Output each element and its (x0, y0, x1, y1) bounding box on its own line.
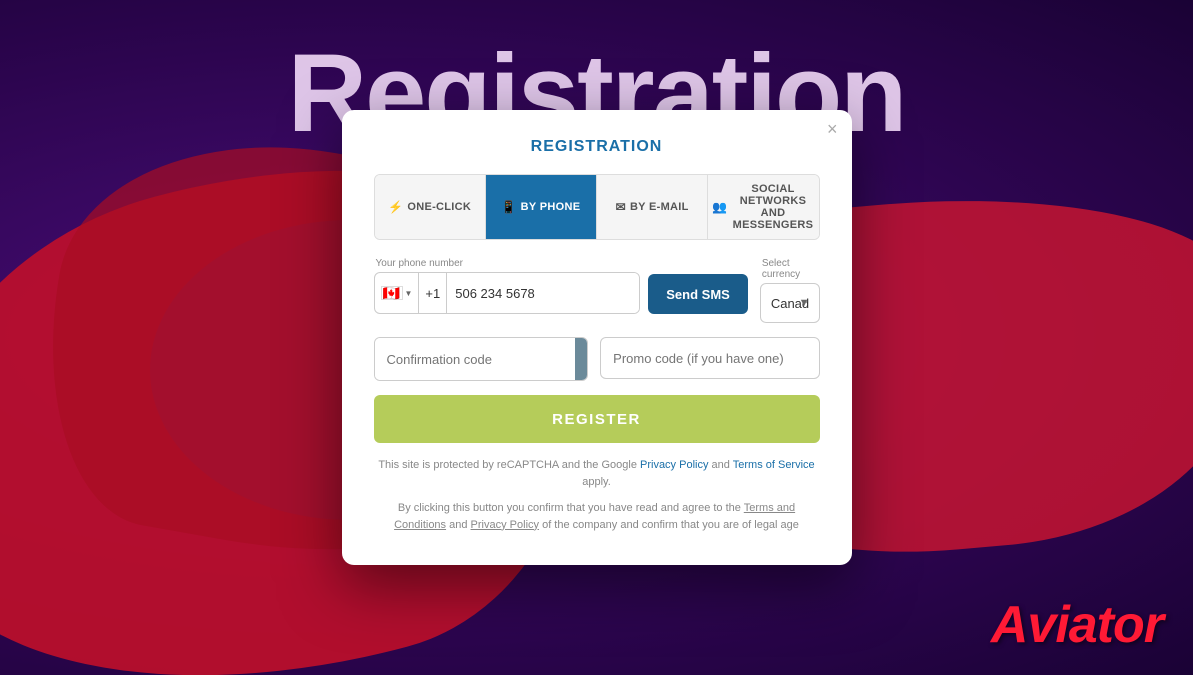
phone-input-wrapper: 🇨🇦 ▼ +1 (374, 272, 641, 314)
tab-by-phone-label: BY PHONE (521, 201, 581, 213)
send-sms-button[interactable]: Send SMS (648, 274, 748, 314)
canada-flag: 🇨🇦 (381, 286, 403, 300)
flag-dropdown[interactable]: 🇨🇦 ▼ (375, 273, 420, 313)
phone-icon: 📱 (501, 200, 516, 214)
tab-social[interactable]: 👥 SOCIAL NETWORKS AND MESSENGERS (708, 175, 818, 239)
confirmation-promo-row: Confirm (374, 337, 820, 381)
tab-by-email-label: BY E-MAIL (630, 201, 689, 213)
tab-social-label: SOCIAL NETWORKS AND MESSENGERS (732, 183, 815, 231)
confirmation-input-wrapper: Confirm (374, 337, 589, 381)
phone-field-group: Your phone number 🇨🇦 ▼ +1 Send SMS (374, 258, 748, 323)
confirm-button[interactable]: Confirm (575, 338, 589, 380)
country-code: +1 (419, 273, 447, 313)
terms-of-service-link[interactable]: Terms of Service (733, 459, 815, 471)
flag-chevron-icon: ▼ (405, 289, 413, 298)
phone-currency-row: Your phone number 🇨🇦 ▼ +1 Send SMS Sele (374, 258, 820, 323)
registration-tabs: ⚡ ONE-CLICK 📱 BY PHONE ✉ BY E-MAIL 👥 SOC… (374, 174, 820, 240)
currency-field-group: Select currency Canadian dollar (CAD) US… (760, 258, 820, 323)
phone-number-input[interactable] (447, 273, 639, 313)
privacy-policy-link[interactable]: Privacy Policy (640, 459, 708, 471)
tab-one-click-label: ONE-CLICK (407, 201, 471, 213)
close-button[interactable]: × (827, 120, 838, 138)
captcha-notice: This site is protected by reCAPTCHA and … (374, 457, 820, 490)
promo-code-input[interactable] (600, 337, 819, 379)
modal-overlay: × REGISTRATION ⚡ ONE-CLICK 📱 BY PHONE ✉ … (0, 0, 1193, 675)
tab-one-click[interactable]: ⚡ ONE-CLICK (375, 175, 486, 239)
currency-select[interactable]: Canadian dollar (CAD) US Dollar (USD) Eu… (760, 283, 820, 323)
terms-notice: By clicking this button you confirm that… (374, 500, 820, 533)
register-button[interactable]: REGISTER (374, 395, 820, 443)
confirmation-code-input[interactable] (375, 338, 575, 380)
email-icon: ✉ (616, 200, 626, 214)
privacy-link[interactable]: Privacy Policy (471, 519, 539, 531)
registration-modal: × REGISTRATION ⚡ ONE-CLICK 📱 BY PHONE ✉ … (342, 110, 852, 565)
phone-label: Your phone number (374, 258, 748, 269)
modal-title: REGISTRATION (374, 138, 820, 156)
currency-select-wrapper: Canadian dollar (CAD) US Dollar (USD) Eu… (760, 283, 820, 323)
tab-by-email[interactable]: ✉ BY E-MAIL (597, 175, 708, 239)
social-icon: 👥 (712, 200, 727, 214)
currency-label: Select currency (760, 258, 820, 280)
tab-by-phone[interactable]: 📱 BY PHONE (486, 175, 597, 239)
lightning-icon: ⚡ (388, 200, 403, 214)
